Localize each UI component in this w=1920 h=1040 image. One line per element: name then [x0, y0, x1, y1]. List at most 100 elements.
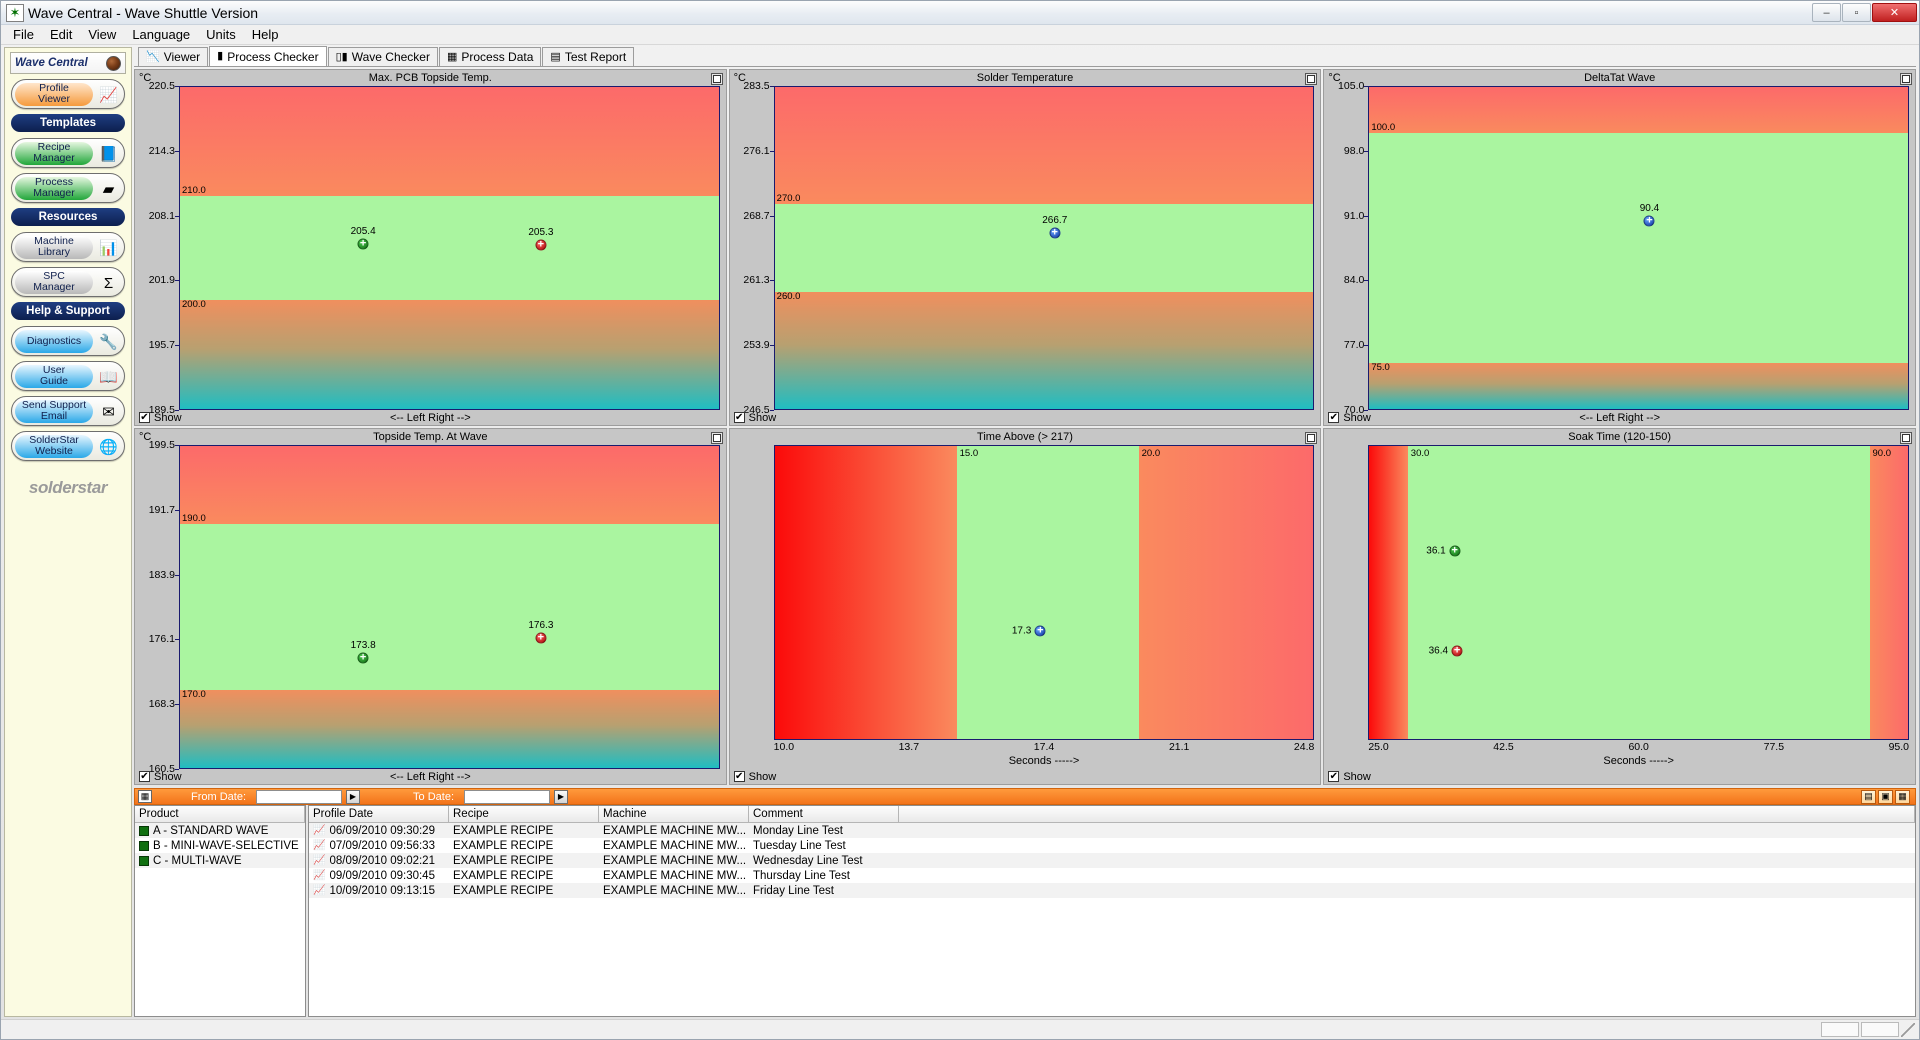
profile-row[interactable]: 📈 10/09/2010 09:13:15 EXAMPLE RECIPE EXAMPL… — [309, 883, 1915, 898]
sidebar-button-machine-library[interactable]: Machine Library 📊 — [11, 232, 125, 262]
chart-plot-area[interactable]: 210.0 200.0 205.4 +205.3 + — [179, 86, 720, 410]
print-icon[interactable]: ▣ — [1878, 789, 1893, 804]
sidebar-button-profile-viewer[interactable]: Profile Viewer 📈 — [11, 79, 125, 109]
tab-viewer[interactable]: 📉 Viewer — [138, 47, 209, 66]
tab-process-data[interactable]: ▦ Process Data — [438, 47, 542, 66]
product-row[interactable]: C - MULTI-WAVE — [135, 853, 305, 868]
maximize-icon[interactable] — [1900, 432, 1912, 444]
sidebar-button-label: User Guide — [15, 364, 93, 388]
band-in-spec — [1407, 446, 1870, 739]
to-date-input[interactable] — [464, 789, 550, 804]
column-header-profile-date[interactable]: Profile Date — [309, 806, 449, 823]
profile-cell-text: EXAMPLE MACHINE MW... — [603, 884, 747, 897]
y-axis: 105.0 98.0 91.0 84.0 77.0 70.0 — [1324, 80, 1369, 416]
tab-test-report[interactable]: ▤ Test Report — [542, 47, 635, 66]
show-toggle[interactable]: ✔ Show — [1328, 771, 1371, 783]
sidebar-button-process-manager[interactable]: Process Manager ▰ — [11, 173, 125, 203]
profile-row[interactable]: 📈 06/09/2010 09:30:29 EXAMPLE RECIPE EXAMPL… — [309, 823, 1915, 838]
menu-edit[interactable]: Edit — [42, 25, 80, 44]
menu-help[interactable]: Help — [244, 25, 287, 44]
label-line-2: Viewer — [38, 93, 70, 105]
data-point-marker[interactable]: + — [535, 239, 547, 251]
grid-icon[interactable]: ▦ — [1895, 789, 1910, 804]
calendar-icon[interactable]: ▦ — [138, 790, 152, 803]
maximize-icon[interactable] — [1305, 432, 1318, 444]
chart-plot-area[interactable]: 190.0 170.0 173.8 +176.3 + — [179, 445, 720, 769]
product-row[interactable]: B - MINI-WAVE-SELECTIVE — [135, 838, 305, 853]
data-point-marker[interactable]: + — [357, 238, 369, 250]
profile-icon: 📈 — [313, 855, 326, 866]
column-header-machine[interactable]: Machine — [599, 806, 749, 823]
sidebar-button-send-support-email[interactable]: Send Support Email ✉ — [11, 396, 125, 426]
column-header-comment[interactable]: Comment — [749, 806, 899, 823]
band-above-upper-limit — [1869, 446, 1908, 739]
sidebar-section-templates: Templates — [11, 114, 125, 132]
show-checkbox[interactable]: ✔ — [1328, 771, 1340, 782]
sidebar-button-solderstar-website[interactable]: SolderStar Website 🌐 — [11, 431, 125, 461]
sidebar-button-diagnostics[interactable]: Diagnostics 🔧 — [11, 326, 125, 356]
chart-plot-area[interactable]: 270.0 260.0 266.7 + — [773, 86, 1315, 410]
close-button[interactable]: ✕ — [1872, 3, 1917, 22]
menu-language[interactable]: Language — [124, 25, 198, 44]
upper-limit-label: 190.0 — [182, 513, 206, 525]
data-point-marker[interactable]: + — [1643, 215, 1655, 227]
x-axis-tick: 77.5 — [1763, 741, 1785, 753]
resize-grip[interactable] — [1901, 1022, 1915, 1037]
tab-process-checker[interactable]: ▮ Process Checker — [209, 46, 327, 66]
y-axis-tick: 283.5 — [743, 80, 774, 92]
data-point-marker[interactable]: + — [1451, 645, 1463, 657]
sidebar-button-user-guide[interactable]: User Guide 📖 — [11, 361, 125, 391]
chart-header: °C Max. PCB Topside Temp. — [135, 70, 726, 86]
tab-wave-checker[interactable]: ▯▮ Wave Checker — [327, 47, 438, 66]
data-point-marker[interactable]: + — [1049, 227, 1061, 239]
y-axis-tick: 214.3 — [148, 144, 180, 157]
sidebar-button-spc-manager[interactable]: SPC Manager Σ — [11, 267, 125, 297]
maximize-icon[interactable] — [710, 73, 723, 85]
from-date-input[interactable] — [256, 789, 342, 804]
minimize-button[interactable]: – — [1812, 3, 1841, 22]
lower-limit-label: 30.0 — [1410, 448, 1430, 459]
data-point-marker[interactable]: + — [1034, 625, 1046, 637]
sidebar-brand-label: Wave Central — [15, 57, 88, 69]
profile-row[interactable]: 📈 09/09/2010 09:30:45 EXAMPLE RECIPE EXAMPL… — [309, 868, 1915, 883]
menu-units[interactable]: Units — [198, 25, 244, 44]
column-header-recipe[interactable]: Recipe — [449, 806, 599, 823]
column-header-blank[interactable] — [899, 806, 1915, 823]
chart-plot-area[interactable]: 30.0 90.0 36.1 +36.4 + — [1368, 445, 1909, 740]
menu-view[interactable]: View — [80, 25, 124, 44]
export-icon[interactable]: ▤ — [1861, 789, 1876, 804]
profile-cell-text: EXAMPLE RECIPE — [453, 884, 554, 897]
to-date-dropdown-icon[interactable]: ▶ — [554, 789, 568, 804]
tab-label: Viewer — [163, 50, 201, 64]
y-axis: 199.5 191.7 183.9 176.1 168.3 160.5 — [135, 439, 180, 775]
upper-limit-label: 210.0 — [182, 185, 206, 197]
data-point-marker[interactable]: + — [357, 652, 369, 664]
application-window: ✶ Wave Central - Wave Shuttle Version – … — [0, 0, 1920, 1040]
product-row[interactable]: A - STANDARD WAVE — [135, 823, 305, 838]
product-icon — [139, 825, 149, 836]
profile-cell-text: EXAMPLE RECIPE — [453, 839, 554, 852]
chart-header: Time Above (> 217) — [730, 429, 1321, 445]
profile-row[interactable]: 📈 07/09/2010 09:56:33 EXAMPLE RECIPE EXAMPL… — [309, 838, 1915, 853]
profile-row[interactable]: 📈 08/09/2010 09:02:21 EXAMPLE RECIPE EXAMPL… — [309, 853, 1915, 868]
show-toggle[interactable]: ✔ Show — [733, 771, 776, 783]
report-icon: ▤ — [550, 50, 561, 63]
from-date-dropdown-icon[interactable]: ▶ — [346, 789, 360, 804]
show-toggle[interactable]: ✔ Show — [733, 412, 776, 424]
show-checkbox[interactable]: ✔ — [733, 412, 745, 423]
maximize-icon[interactable] — [710, 432, 723, 444]
data-point-marker[interactable]: + — [1449, 545, 1461, 557]
maximize-icon[interactable] — [1305, 73, 1318, 85]
sidebar-button-recipe-manager[interactable]: Recipe Manager 📘 — [11, 138, 125, 168]
chart-plot-area[interactable]: 100.0 75.0 90.4 + — [1368, 86, 1909, 410]
maximize-icon[interactable] — [1900, 73, 1912, 85]
chart-plot-area[interactable]: 15.0 20.0 17.3 + — [773, 445, 1315, 740]
menu-file[interactable]: File — [5, 25, 42, 44]
data-point-marker[interactable]: + — [535, 632, 547, 644]
product-icon — [139, 840, 149, 851]
show-checkbox[interactable]: ✔ — [733, 771, 745, 782]
lower-limit-label: 15.0 — [959, 448, 979, 459]
label-line-2: Manager — [33, 187, 75, 199]
column-header-product[interactable]: Product — [135, 806, 305, 823]
maximize-button[interactable]: ▫ — [1842, 3, 1871, 22]
